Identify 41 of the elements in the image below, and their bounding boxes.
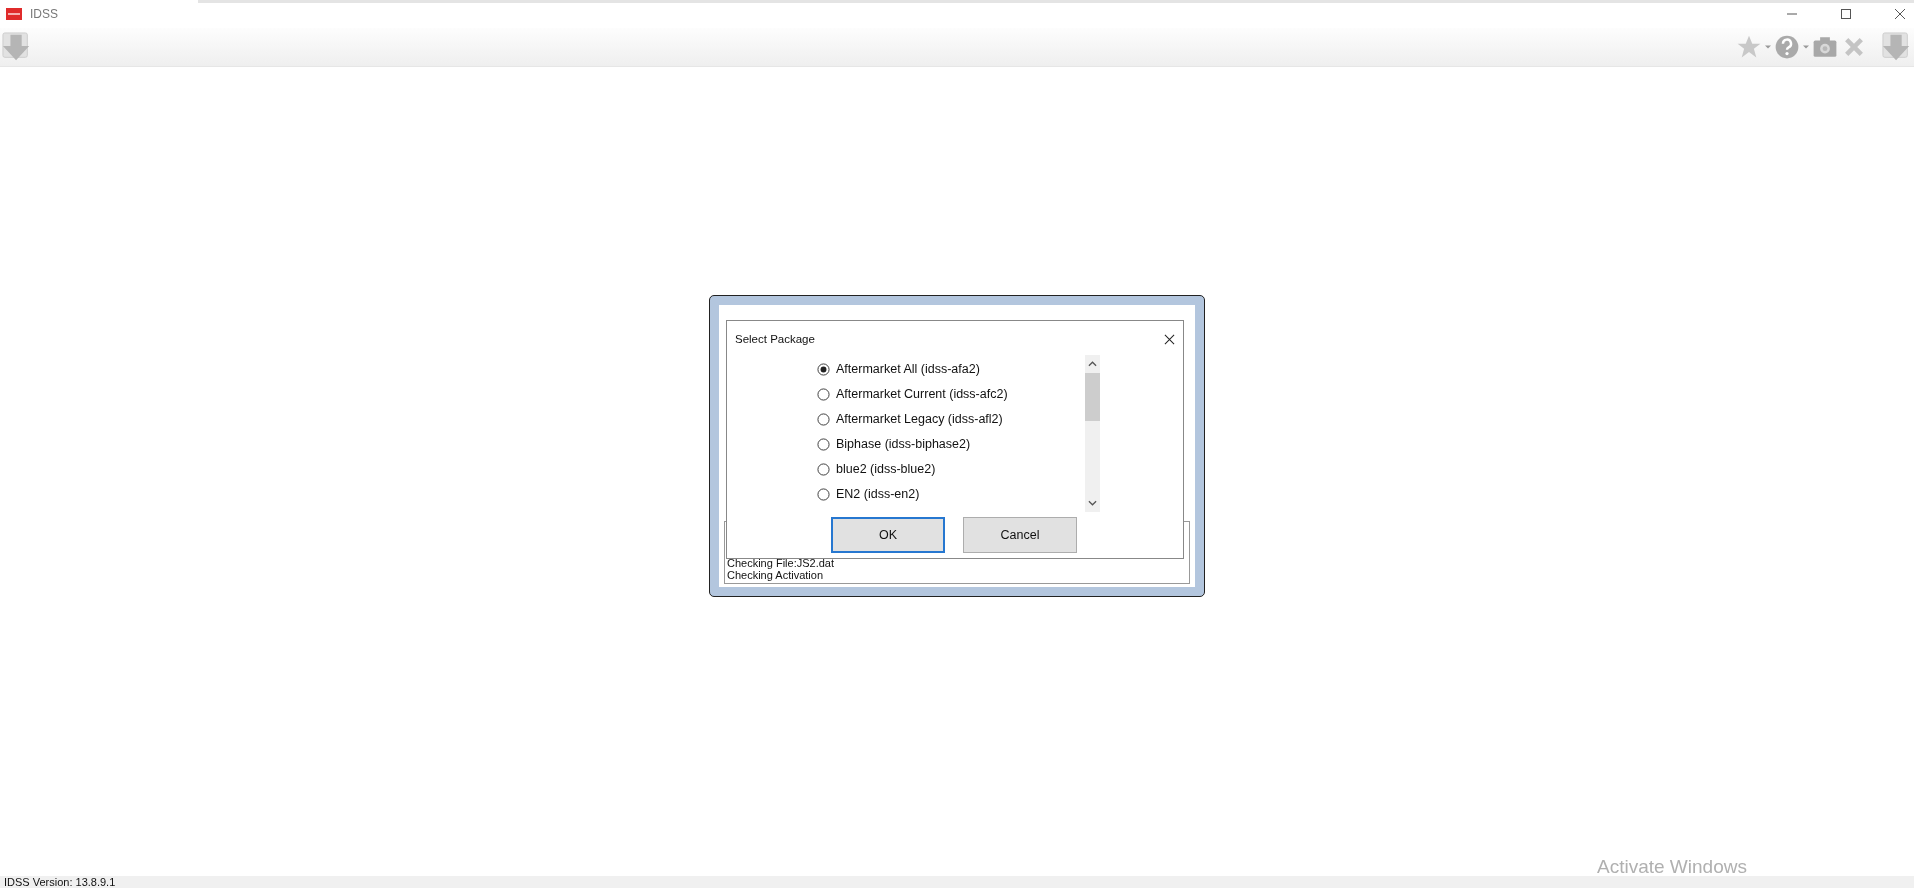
option-label: Aftermarket Current (idss-afc2) bbox=[836, 387, 1008, 401]
option-label: Biphase (idss-biphase2) bbox=[836, 437, 971, 451]
help-icon[interactable] bbox=[1774, 34, 1800, 60]
option-label: blue2 (idss-blue2) bbox=[836, 462, 936, 476]
camera-icon[interactable] bbox=[1812, 34, 1838, 60]
close-icon[interactable] bbox=[1894, 8, 1906, 20]
download-arrow-icon[interactable] bbox=[1882, 32, 1912, 62]
option-label: Aftermarket All (idss-afa2) bbox=[836, 362, 980, 376]
dialog-button[interactable]: Cancel bbox=[963, 517, 1077, 553]
radio-button[interactable] bbox=[817, 462, 830, 476]
radio-button[interactable] bbox=[817, 387, 830, 401]
package-option[interactable]: Aftermarket Current (idss-afc2) bbox=[817, 385, 1085, 403]
package-option[interactable]: blue2 (idss-blue2) bbox=[817, 460, 1085, 478]
dialog-title: Select Package bbox=[735, 333, 815, 345]
version-text: IDSS Version: 13.8.9.1 bbox=[3, 876, 117, 888]
star-icon[interactable] bbox=[1736, 34, 1762, 60]
scroll-up-icon[interactable] bbox=[1088, 361, 1097, 367]
scroll-down-icon[interactable] bbox=[1088, 500, 1097, 506]
scrollbar[interactable] bbox=[1085, 355, 1100, 512]
radio-button[interactable] bbox=[817, 362, 830, 376]
log-line: Checking File:JS2.dat bbox=[727, 557, 835, 569]
close-icon[interactable] bbox=[1164, 333, 1175, 345]
dialog-button[interactable]: OK bbox=[831, 517, 945, 553]
option-label: Aftermarket Legacy (idss-afl2) bbox=[836, 412, 1003, 426]
radio-button[interactable] bbox=[817, 437, 830, 451]
activation-notice: Activate Windows bbox=[1597, 856, 1747, 878]
scrollbar-thumb[interactable] bbox=[1085, 373, 1100, 421]
package-option[interactable]: Biphase (idss-biphase2) bbox=[817, 435, 1085, 453]
maximize-icon[interactable] bbox=[1840, 8, 1852, 20]
package-option[interactable]: Aftermarket Legacy (idss-afl2) bbox=[817, 410, 1085, 428]
radio-button[interactable] bbox=[817, 412, 830, 426]
log-line: Checking Activation bbox=[727, 569, 824, 581]
dropdown-arrow-icon[interactable] bbox=[1803, 44, 1809, 50]
package-option[interactable]: EN2 (idss-en2) bbox=[817, 485, 1085, 503]
package-option[interactable]: Aftermarket All (idss-afa2) bbox=[817, 360, 1085, 378]
radio-button[interactable] bbox=[817, 487, 830, 501]
dropdown-arrow-icon[interactable] bbox=[1765, 44, 1771, 50]
option-label: EN2 (idss-en2) bbox=[836, 487, 920, 501]
app-logo-icon bbox=[6, 8, 22, 20]
download-arrow-icon[interactable] bbox=[2, 32, 32, 62]
window-title: IDSS bbox=[30, 7, 58, 21]
